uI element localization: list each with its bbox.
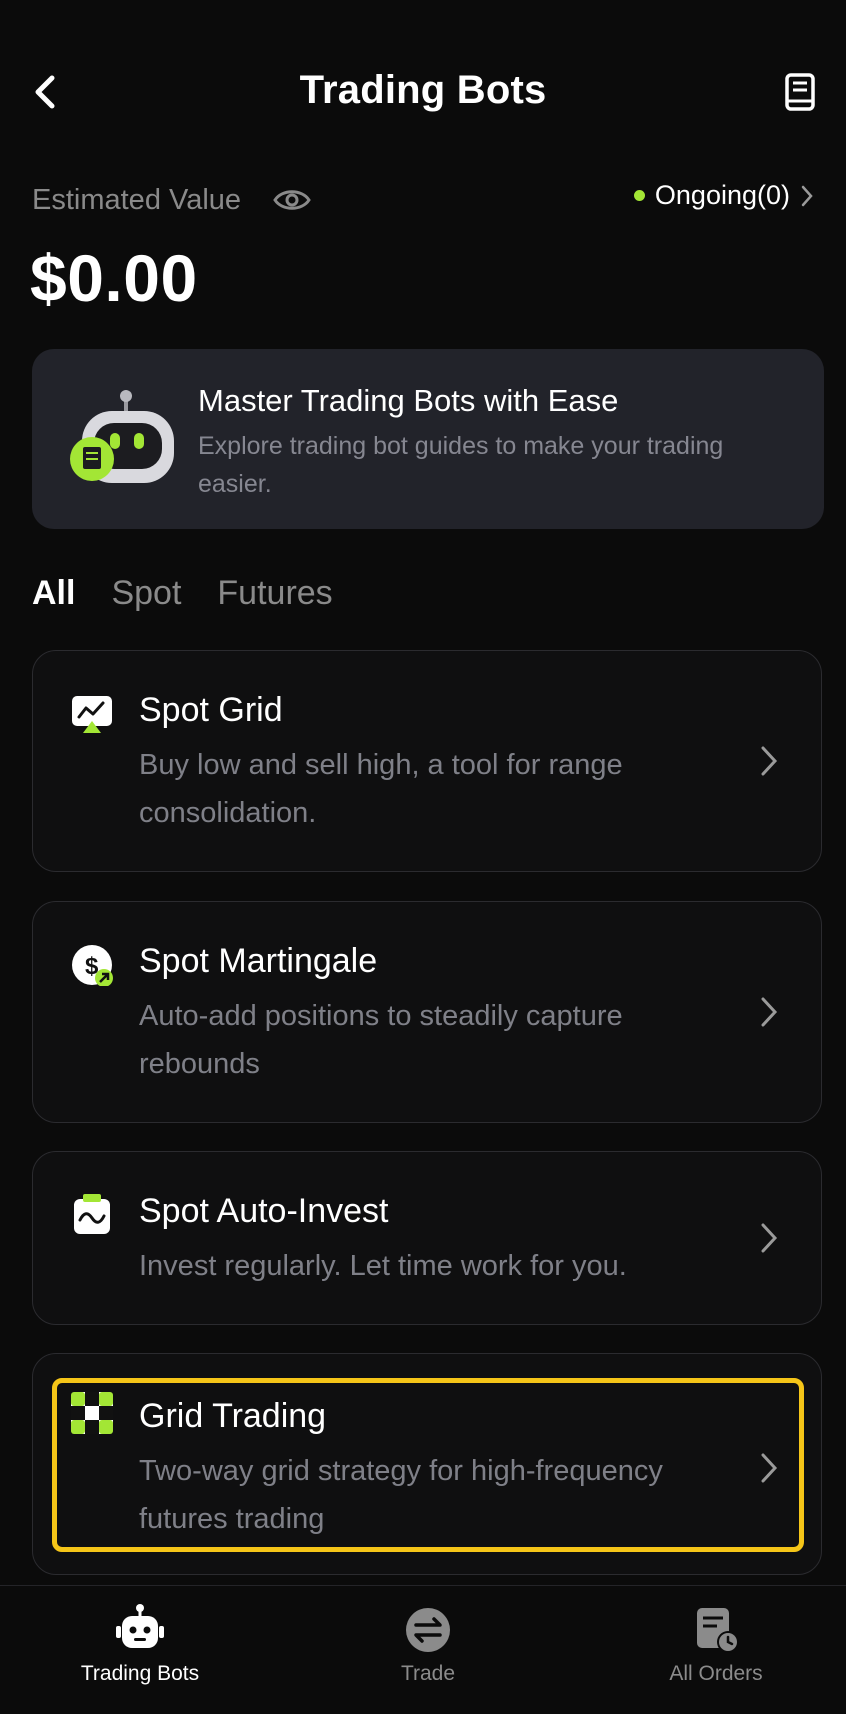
tab-spot[interactable]: Spot bbox=[111, 574, 181, 613]
eye-icon[interactable] bbox=[272, 184, 312, 216]
nav-trading-bots[interactable]: Trading Bots bbox=[30, 1604, 250, 1686]
guide-button[interactable] bbox=[778, 70, 822, 114]
bot-title: Grid Trading bbox=[139, 1397, 327, 1435]
orders-clock-icon bbox=[697, 1608, 739, 1653]
bot-description: Buy low and sell high, a tool for range … bbox=[139, 749, 623, 829]
robot-guide-icon bbox=[70, 390, 174, 483]
nav-trade[interactable]: Trade bbox=[318, 1604, 538, 1686]
nav-label: Trade bbox=[400, 1662, 456, 1685]
bot-description: Two-way grid strategy for high-frequency… bbox=[139, 1455, 663, 1535]
nav-all-orders[interactable]: All Orders bbox=[606, 1604, 826, 1686]
chevron-right-icon bbox=[761, 1453, 778, 1483]
bot-card-grid-trading[interactable]: Grid Trading Two-way grid strategy for h… bbox=[32, 1353, 822, 1575]
estimated-value-label: Estimated Value bbox=[32, 184, 242, 216]
chevron-right-icon bbox=[761, 997, 778, 1027]
checker-grid-icon bbox=[71, 1392, 113, 1434]
bot-description: Invest regularly. Let time work for you. bbox=[139, 1250, 627, 1282]
tab-futures[interactable]: Futures bbox=[217, 574, 332, 613]
estimated-value-row: Estimated Value Ongoing(0) bbox=[32, 180, 814, 228]
ongoing-label: Ongoing(0) bbox=[654, 180, 790, 210]
chevron-right-icon bbox=[801, 185, 813, 206]
robot-icon bbox=[116, 1604, 164, 1648]
bot-card-spot-martingale[interactable]: $ Spot Martingale Auto-add positions to … bbox=[32, 901, 822, 1123]
bot-card-spot-auto-invest[interactable]: Spot Auto-Invest Invest regularly. Let t… bbox=[32, 1151, 822, 1325]
bot-title: Spot Auto-Invest bbox=[139, 1192, 389, 1230]
bot-description: Auto-add positions to steadily capture r… bbox=[139, 1000, 623, 1080]
category-tabs: All Spot Futures bbox=[32, 574, 333, 613]
header-bar: Trading Bots bbox=[0, 52, 846, 132]
calendar-wave-icon bbox=[74, 1194, 110, 1234]
nav-label: Trading Bots bbox=[80, 1662, 200, 1685]
bot-title: Spot Grid bbox=[139, 691, 283, 729]
grid-chart-icon bbox=[72, 696, 112, 733]
bot-card-spot-grid[interactable]: Spot Grid Buy low and sell high, a tool … bbox=[32, 650, 822, 872]
ongoing-link[interactable]: Ongoing(0) bbox=[633, 180, 814, 211]
status-dot bbox=[633, 190, 645, 201]
banner-title: Master Trading Bots with Ease bbox=[198, 383, 619, 418]
book-icon bbox=[785, 73, 815, 111]
nav-label: All Orders bbox=[669, 1662, 763, 1685]
banner-description: Explore trading bot guides to make your … bbox=[198, 432, 724, 498]
dollar-coin-icon: $ bbox=[72, 945, 113, 986]
bot-title: Spot Martingale bbox=[139, 942, 378, 980]
guide-banner[interactable]: Master Trading Bots with Ease Explore tr… bbox=[32, 349, 824, 529]
estimated-value-amount: $0.00 bbox=[30, 241, 198, 315]
chevron-right-icon bbox=[761, 1223, 778, 1253]
bottom-navigation: Trading Bots Trade All Orders bbox=[0, 1585, 846, 1714]
tab-all[interactable]: All bbox=[32, 574, 75, 613]
chevron-right-icon bbox=[761, 746, 778, 776]
page-title: Trading Bots bbox=[299, 68, 547, 112]
exchange-icon bbox=[406, 1608, 450, 1652]
